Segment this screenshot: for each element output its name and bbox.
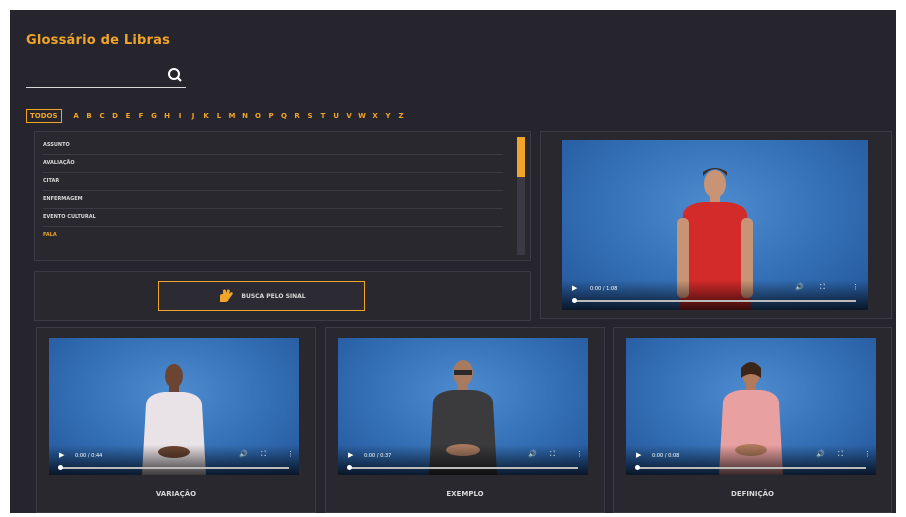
letter-w[interactable]: W [356, 112, 369, 120]
fullscreen-icon[interactable]: ⛶ [820, 283, 825, 292]
video-caption: VARIAÇÃO [155, 490, 197, 498]
video-progress-handle[interactable] [572, 298, 577, 303]
word-item[interactable]: AVALIAÇÃO [43, 154, 503, 173]
word-item[interactable]: EVENTO CULTURAL [43, 208, 503, 227]
variation-video-panel: ▶ 0:00 / 0:44 🔊 ⛶ ⋮ VARIAÇÃO [36, 327, 316, 513]
letter-x[interactable]: X [369, 112, 382, 120]
filter-all-button[interactable]: TODOS [26, 109, 62, 123]
letter-b[interactable]: B [83, 112, 96, 120]
word-item[interactable]: CITAR [43, 172, 503, 191]
video-progress-bar[interactable] [636, 467, 866, 469]
definition-video-panel: ▶ 0:00 / 0:08 🔊 ⛶ ⋮ DEFINIÇÃO [613, 327, 892, 513]
letter-j[interactable]: J [187, 112, 200, 120]
letter-h[interactable]: H [161, 112, 174, 120]
example-video[interactable]: ▶ 0:00 / 0:37 🔊 ⛶ ⋮ [338, 338, 588, 475]
volume-icon[interactable]: 🔊 [795, 283, 804, 291]
letter-l[interactable]: L [213, 112, 226, 120]
letter-n[interactable]: N [239, 112, 252, 120]
letter-m[interactable]: M [226, 112, 239, 120]
letter-k[interactable]: K [200, 112, 213, 120]
letter-g[interactable]: G [148, 112, 161, 120]
more-vertical-icon[interactable]: ⋮ [576, 450, 583, 458]
volume-icon[interactable]: 🔊 [239, 450, 248, 458]
video-caption: EXEMPLO [446, 490, 484, 498]
word-item[interactable]: ASSUNTO [43, 136, 503, 155]
sign-search-label: BUSCA PELO SINAL [241, 292, 306, 300]
more-vertical-icon[interactable]: ⋮ [287, 450, 294, 458]
letter-p[interactable]: P [265, 112, 278, 120]
example-video-panel: ▶ 0:00 / 0:37 🔊 ⛶ ⋮ EXEMPLO [325, 327, 605, 513]
video-progress-bar[interactable] [574, 300, 856, 302]
play-icon[interactable]: ▶ [636, 451, 641, 459]
letter-a[interactable]: A [70, 112, 83, 120]
play-icon[interactable]: ▶ [59, 451, 64, 459]
sign-search-panel: BUSCA PELO SINAL [34, 271, 531, 321]
video-progress-handle[interactable] [635, 465, 640, 470]
main-video-panel: ▶ 0:00 / 1:08 🔊 ⛶ ⋮ [540, 131, 892, 319]
search-by-sign-button[interactable]: BUSCA PELO SINAL [158, 281, 365, 311]
fullscreen-icon[interactable]: ⛶ [261, 450, 266, 459]
video-time: 0:00 / 1:08 [590, 286, 618, 292]
volume-icon[interactable]: 🔊 [528, 450, 537, 458]
search-button[interactable] [165, 65, 185, 85]
word-item-active[interactable]: FALA [43, 226, 503, 244]
letter-v[interactable]: V [343, 112, 356, 120]
variation-video[interactable]: ▶ 0:00 / 0:44 🔊 ⛶ ⋮ [49, 338, 299, 475]
letter-q[interactable]: Q [278, 112, 291, 120]
video-time: 0:00 / 0:08 [652, 453, 680, 459]
letter-y[interactable]: Y [382, 112, 395, 120]
page-title: Glossário de Libras [26, 33, 171, 48]
more-vertical-icon[interactable]: ⋮ [852, 283, 859, 291]
video-progress-bar[interactable] [59, 467, 289, 469]
play-icon[interactable]: ▶ [348, 451, 353, 459]
video-progress-bar[interactable] [348, 467, 578, 469]
definition-video[interactable]: ▶ 0:00 / 0:08 🔊 ⛶ ⋮ [626, 338, 876, 475]
more-vertical-icon[interactable]: ⋮ [864, 450, 871, 458]
main-video[interactable]: ▶ 0:00 / 1:08 🔊 ⛶ ⋮ [562, 140, 868, 310]
letter-f[interactable]: F [135, 112, 148, 120]
video-time: 0:00 / 0:44 [75, 453, 103, 459]
letter-t[interactable]: T [317, 112, 330, 120]
video-time: 0:00 / 0:37 [364, 453, 392, 459]
word-item[interactable]: ENFERMAGEM [43, 190, 503, 209]
letter-c[interactable]: C [96, 112, 109, 120]
letter-s[interactable]: S [304, 112, 317, 120]
video-caption: DEFINIÇÃO [731, 490, 774, 498]
fullscreen-icon[interactable]: ⛶ [838, 450, 843, 459]
letter-e[interactable]: E [122, 112, 135, 120]
scrollbar-thumb[interactable] [517, 137, 525, 177]
word-list: ASSUNTO AVALIAÇÃO CITAR ENFERMAGEM EVENT… [34, 131, 531, 261]
alphabet-filter: TODOS A B C D E F G H I J K L M N O P Q … [26, 108, 408, 124]
search-icon [168, 68, 182, 82]
video-progress-handle[interactable] [58, 465, 63, 470]
play-icon[interactable]: ▶ [572, 284, 577, 292]
letter-z[interactable]: Z [395, 112, 408, 120]
letter-o[interactable]: O [252, 112, 265, 120]
letter-u[interactable]: U [330, 112, 343, 120]
hand-icon [220, 289, 234, 302]
letter-i[interactable]: I [174, 112, 187, 120]
letter-d[interactable]: D [109, 112, 122, 120]
volume-icon[interactable]: 🔊 [816, 450, 825, 458]
letter-r[interactable]: R [291, 112, 304, 120]
fullscreen-icon[interactable]: ⛶ [550, 450, 555, 459]
search-input[interactable] [26, 87, 186, 88]
video-progress-handle[interactable] [347, 465, 352, 470]
